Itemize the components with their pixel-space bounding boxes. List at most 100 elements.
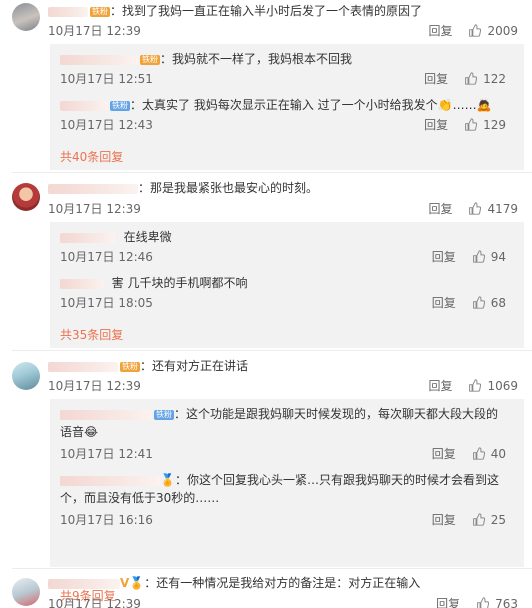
reply-time: 10月17日 16:16 (60, 513, 153, 527)
divider (12, 172, 532, 173)
reply-list: 铁粉 ：这个功能是跟我妈聊天时候发现的，每次聊天都大段大段的 语音😂 10月17日 … (50, 399, 524, 603)
thumbs-up-icon (465, 72, 478, 85)
thumbs-up-icon (472, 447, 485, 460)
like-button[interactable]: 2009 (468, 24, 518, 38)
user-name[interactable] (60, 475, 160, 486)
user-name[interactable] (48, 183, 138, 194)
reply-button[interactable]: 回复 (432, 294, 456, 311)
reply-item: 铁粉 ：我妈就不一样了，我妈根本不回我 10月17日 12:51 回复 122 (60, 52, 506, 87)
reply-item: 铁粉 ：太真实了 我妈每次显示正在输入 过了一个小时给我发个👏……🙇 10月17日… (60, 98, 506, 133)
user-name[interactable] (48, 361, 118, 372)
reply-time: 10月17日 12:41 (60, 447, 153, 461)
comment-time: 10月17日 12:39 (48, 202, 141, 216)
reply-button[interactable]: 回复 (428, 200, 452, 217)
reply-item: 在线卑微 10月17日 12:46 回复 94 (50, 222, 524, 268)
avatar[interactable] (12, 362, 40, 390)
like-count: 129 (483, 117, 506, 132)
reply-button[interactable]: 回复 (424, 70, 448, 87)
more-replies-link[interactable]: 共40条回复 (60, 148, 123, 165)
thumbs-up-icon (477, 597, 490, 608)
comment-text: 还有一种情况是我给对方的备注是：对方正在输入 (156, 576, 421, 590)
like-count: 68 (490, 295, 506, 310)
like-count: 4179 (487, 201, 518, 216)
reply-text-cont: 语音 (60, 425, 85, 439)
user-name[interactable] (60, 278, 104, 289)
reply-text: 在线卑微 (123, 230, 172, 244)
like-count: 1069 (487, 378, 518, 393)
like-button[interactable]: 1069 (468, 379, 518, 393)
comment-body: V🏅：还有一种情况是我给对方的备注是：对方正在输入 (48, 574, 420, 592)
fan-badge: 铁粉 (110, 100, 130, 111)
like-button[interactable]: 68 (472, 296, 506, 310)
fan-badge: 铁粉 (154, 409, 174, 420)
reply-button[interactable]: 回复 (432, 511, 456, 528)
reply-button[interactable]: 回复 (428, 22, 452, 39)
like-button[interactable]: 94 (472, 250, 506, 264)
thumbs-up-icon (469, 202, 482, 215)
divider (12, 568, 532, 569)
reply-text: 太真实了 我妈每次显示正在输入 过了一个小时给我发个 (142, 98, 438, 112)
user-name[interactable] (60, 100, 108, 111)
like-button[interactable]: 4179 (468, 202, 518, 216)
vip-icon: V (120, 576, 130, 590)
medal-icon: 🏅 (129, 576, 145, 590)
user-name[interactable] (60, 54, 138, 65)
comment-body: 铁粉 ：还有对方正在讲话 (48, 357, 248, 375)
reply-button[interactable]: 回复 (432, 445, 456, 462)
comment-time: 10月17日 12:39 (48, 24, 141, 38)
thumbs-up-icon (469, 379, 482, 392)
like-button[interactable]: 40 (472, 447, 506, 461)
like-count: 40 (490, 446, 506, 461)
reply-button[interactable]: 回复 (432, 248, 456, 265)
comment-time: 10月17日 12:39 (48, 379, 141, 393)
laughing-emoji-icon: 😂 (84, 425, 99, 439)
avatar[interactable] (12, 578, 40, 606)
medal-icon: 🏅 (160, 473, 175, 487)
reply-time: 10月17日 12:43 (60, 118, 153, 132)
like-count: 94 (490, 249, 506, 264)
fan-badge: 铁粉 (120, 361, 140, 372)
comment-text: 找到了我妈一直正在输入半小时后发了一个表情的原因了 (122, 4, 423, 18)
fan-badge: 铁粉 (140, 54, 160, 65)
reply-text: 你这个回复我心头一紧…只有跟我妈聊天的时候才会看到这 (186, 473, 499, 487)
reply-button[interactable]: 回复 (424, 116, 448, 133)
reply-item: 🏅：你这个回复我心头一紧…只有跟我妈聊天的时候才会看到这 个，而且没有低于30秒的… (60, 473, 506, 528)
reply-button[interactable]: 回复 (428, 377, 452, 394)
divider (12, 350, 532, 351)
sticker-icon: 🙇 (476, 98, 492, 112)
comment-text: 那是我最紧张也最安心的时刻。 (150, 181, 319, 195)
reply-time: 10月17日 12:51 (60, 72, 153, 86)
reply-item: 铁粉 ：这个功能是跟我妈聊天时候发现的，每次聊天都大段大段的 语音😂 10月17日 … (60, 407, 506, 462)
reply-text: 这个功能是跟我妈聊天时候发现的，每次聊天都大段大段的 (186, 407, 499, 421)
reply-button[interactable]: 回复 (436, 595, 460, 608)
reply-list: 在线卑微 10月17日 12:46 回复 94 害 几千块的手机啊都不响 10月… (50, 222, 524, 348)
like-button[interactable]: 129 (464, 118, 506, 132)
thumbs-up-icon (465, 118, 478, 131)
user-name[interactable] (48, 6, 88, 17)
comment-text: 还有对方正在讲话 (152, 359, 249, 373)
avatar[interactable] (12, 3, 40, 31)
more-replies-link[interactable]: 共35条回复 (60, 326, 123, 343)
reply-list: 铁粉 ：我妈就不一样了，我妈根本不回我 10月17日 12:51 回复 122 铁… (50, 44, 524, 170)
thumbs-up-icon (469, 24, 482, 37)
like-button[interactable]: 122 (464, 72, 506, 86)
like-count: 2009 (487, 23, 518, 38)
user-name[interactable] (60, 409, 152, 420)
comment-body: 铁粉 ：找到了我妈一直正在输入半小时后发了一个表情的原因了 (48, 2, 422, 20)
thumbs-up-icon (472, 513, 485, 526)
like-count: 763 (495, 596, 518, 608)
reply-time: 10月17日 12:46 (60, 250, 153, 264)
like-button[interactable]: 25 (472, 513, 506, 527)
comment-body: ：那是我最紧张也最安心的时刻。 (48, 179, 318, 197)
like-button[interactable]: 763 (476, 597, 518, 608)
reply-text: 我妈就不一样了，我妈根本不回我 (172, 52, 353, 66)
reply-text-cont: 个，而且没有低于30秒的…… (60, 491, 220, 505)
like-count: 122 (483, 71, 506, 86)
user-name[interactable] (60, 232, 116, 243)
clap-emoji-icon: 👏 (437, 98, 453, 112)
user-name[interactable] (48, 578, 120, 589)
reply-time: 10月17日 18:05 (60, 296, 153, 310)
comment-time: 10月17日 12:39 (48, 597, 141, 608)
avatar[interactable] (12, 183, 40, 211)
reply-item: 害 几千块的手机啊都不响 10月17日 18:05 回复 68 (50, 268, 524, 314)
